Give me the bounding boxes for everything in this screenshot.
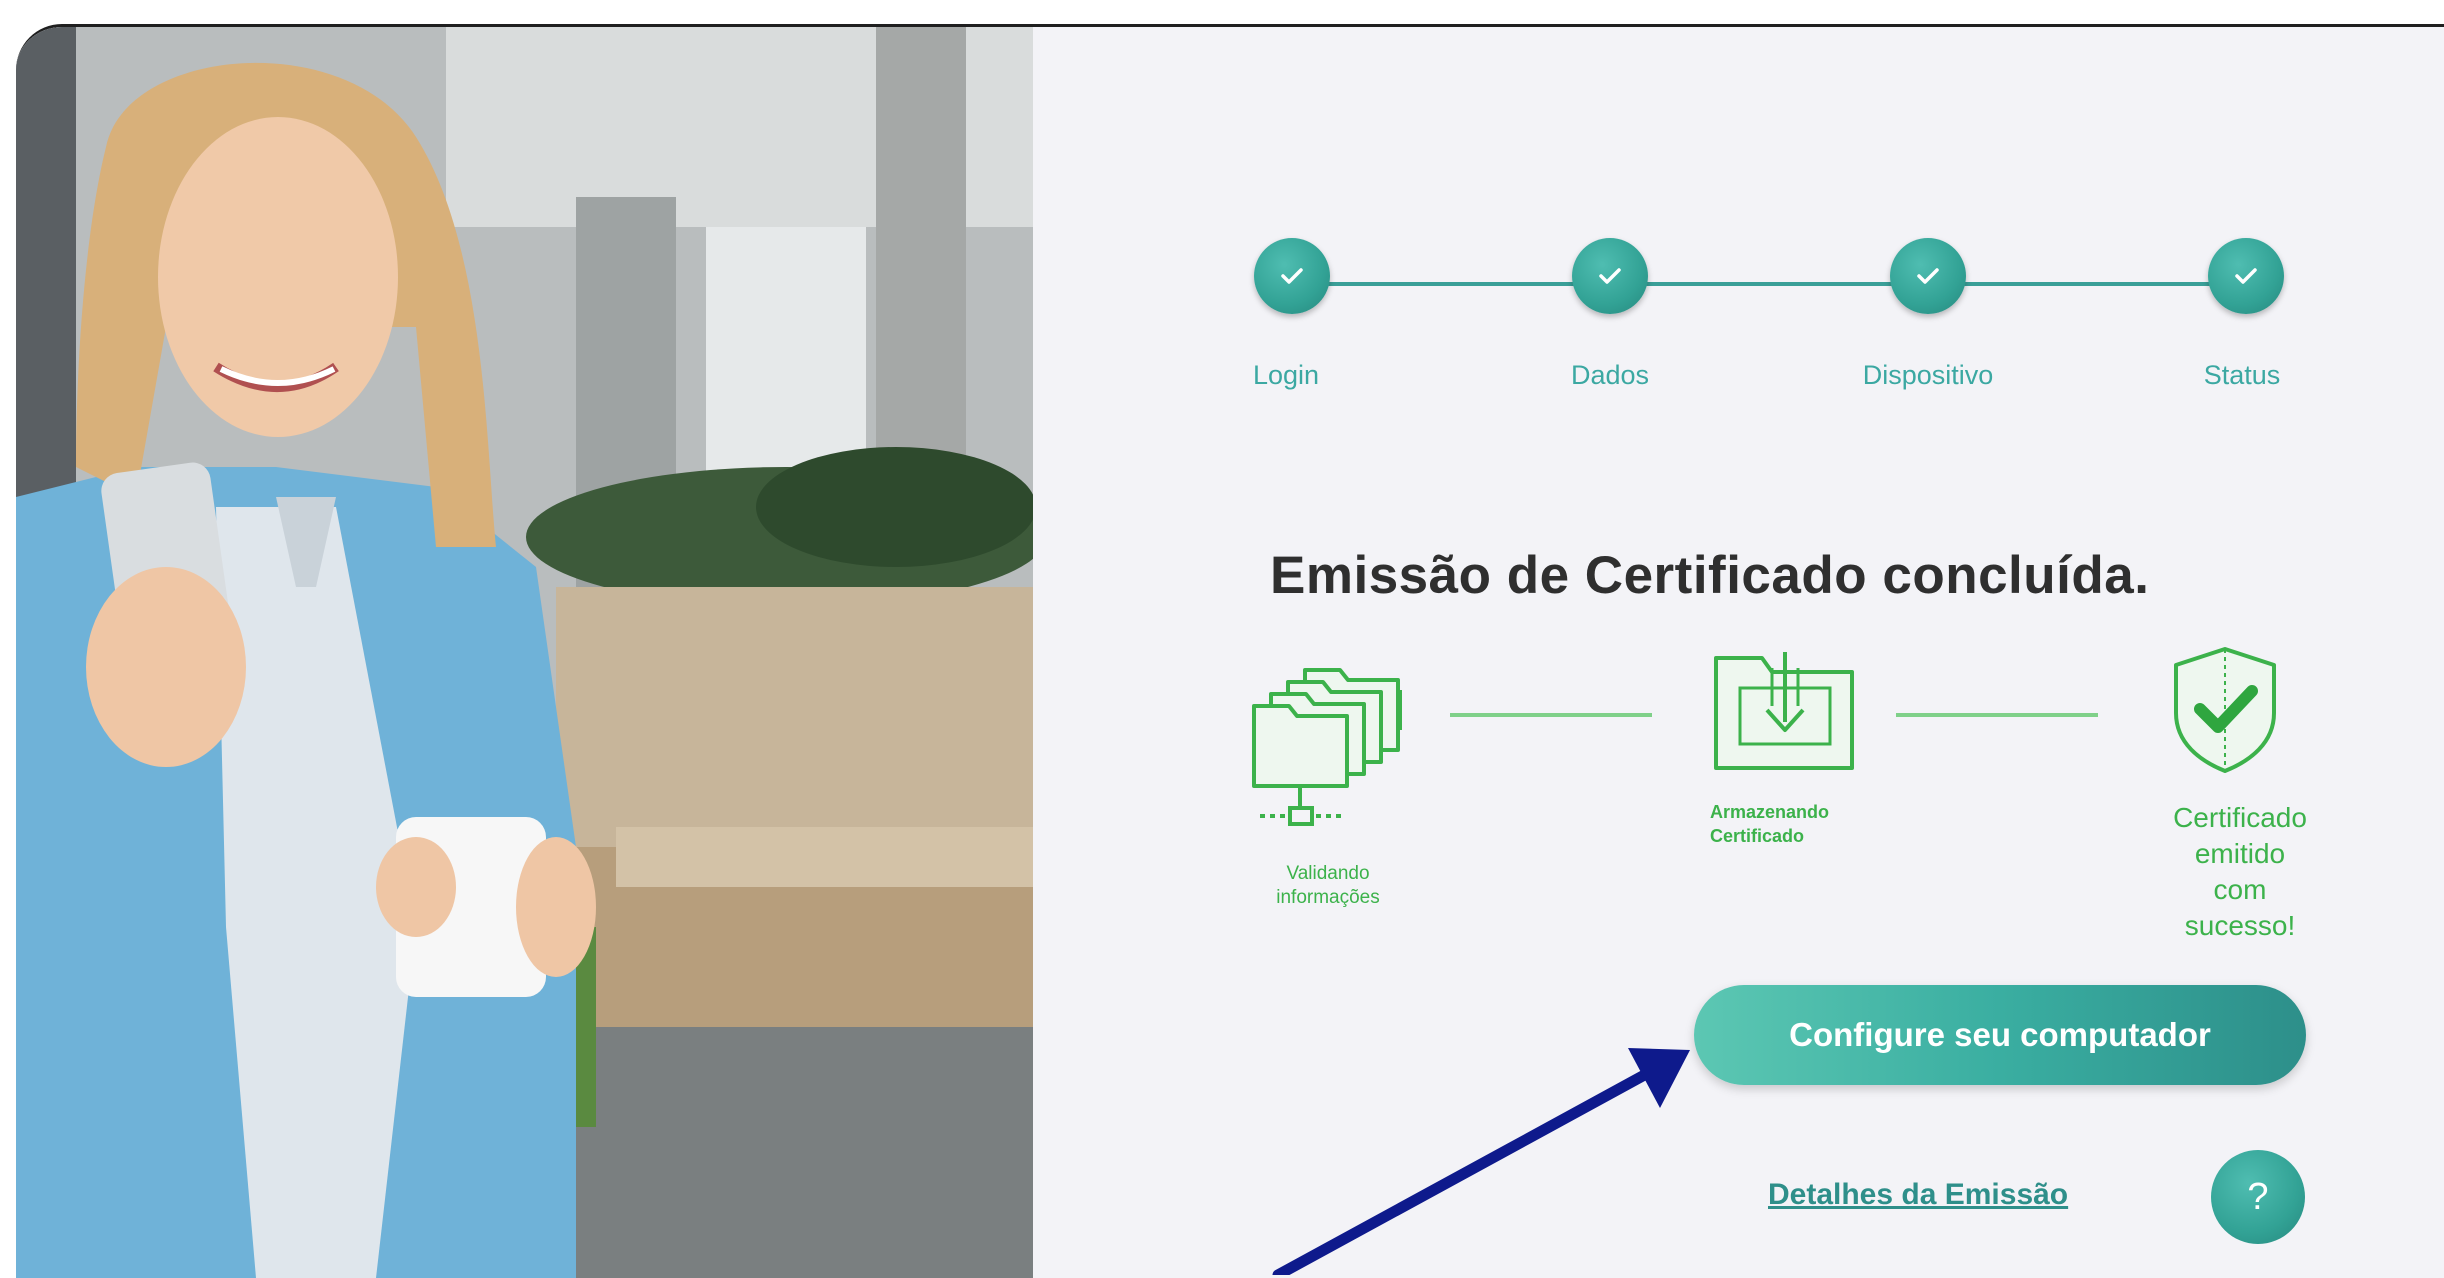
process-connector (1896, 713, 2098, 717)
stepper-connector (1928, 282, 2246, 286)
step-label-dados: Dados (1570, 360, 1650, 390)
folder-download-icon (1714, 652, 1854, 770)
folders-network-icon (1252, 668, 1402, 826)
checkmark-icon (2235, 268, 2257, 284)
configure-computer-button[interactable]: Configure seu computador (1694, 985, 2306, 1085)
process-label-certificado-emitido: Certificado emitido com sucesso! (2173, 802, 2307, 941)
hero-photo (16, 27, 1033, 1278)
checkmark-icon (1917, 268, 1939, 284)
progress-stepper: Login Dados Dispositivo Status (1226, 238, 2284, 398)
emission-details-link[interactable]: Detalhes da Emissão (1768, 1178, 2068, 1212)
stepper-connector (1292, 282, 1610, 286)
screenshot-frame (16, 24, 2444, 1278)
page-title: Emissão de Certificado concluída. (1270, 546, 2150, 605)
step-login-circle (1254, 238, 1330, 314)
step-dados-circle (1572, 238, 1648, 314)
step-label-status: Status (2203, 360, 2281, 390)
woman-with-phone-illustration (16, 27, 1033, 1278)
process-label-validando: Validando informações (1276, 863, 1380, 908)
help-icon: ? (2247, 1175, 2269, 1218)
process-connector (1450, 713, 1652, 717)
stepper-connector (1610, 282, 1928, 286)
step-dispositivo-circle (1890, 238, 1966, 314)
process-label-armazenando: Armazenando Certificado (1710, 802, 1830, 846)
step-label-login: Login (1252, 360, 1320, 390)
help-button[interactable]: ? (2211, 1150, 2305, 1244)
shield-check-icon (2174, 647, 2276, 773)
checkmark-icon (1599, 268, 1621, 284)
checkmark-icon (1281, 268, 1303, 284)
step-status-circle (2208, 238, 2284, 314)
step-label-dispositivo: Dispositivo (1862, 360, 1994, 390)
